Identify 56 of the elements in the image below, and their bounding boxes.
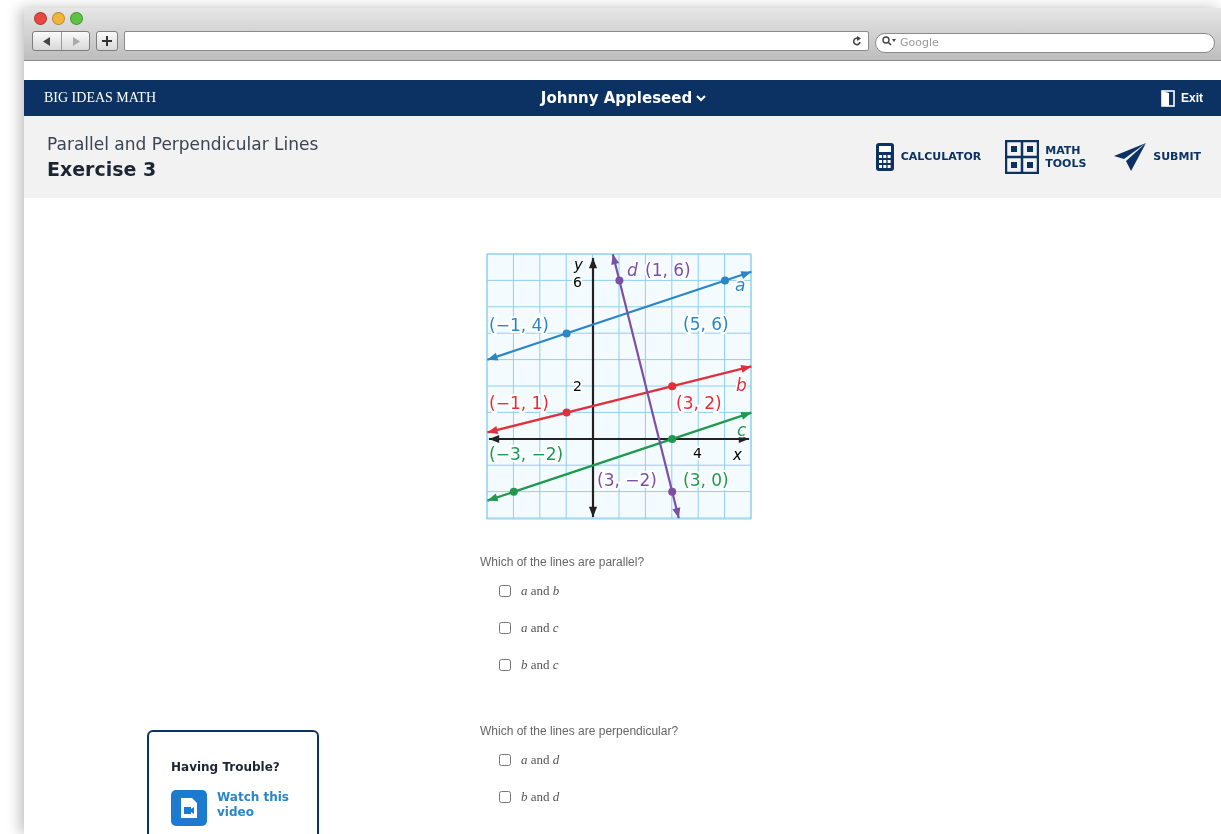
chevron-down-icon	[696, 94, 707, 102]
address-field[interactable]	[124, 31, 869, 51]
plus-icon	[102, 36, 112, 46]
option-label: a and d	[521, 752, 560, 768]
video-icon	[171, 790, 207, 826]
axis-label: y	[574, 256, 583, 274]
line-name: b	[736, 375, 747, 395]
tick-label: 4	[693, 445, 702, 461]
answer-checkbox[interactable]	[499, 659, 511, 671]
point-label: (−1, 4)	[489, 315, 549, 335]
door-icon	[1161, 89, 1175, 107]
option-label: b and d	[521, 789, 560, 805]
video-link[interactable]: Watch this video	[217, 790, 301, 820]
line-name: c	[737, 420, 747, 440]
calculator-icon	[874, 142, 895, 172]
answer-checkbox[interactable]	[499, 622, 511, 634]
answer-checkbox[interactable]	[499, 585, 511, 597]
option-label: b and c	[521, 657, 559, 673]
point-label: (5, 6)	[683, 314, 729, 334]
reload-icon[interactable]	[852, 35, 862, 47]
answer-checkbox[interactable]	[499, 791, 511, 803]
axis-label: x	[733, 446, 742, 464]
new-tab-button[interactable]	[96, 31, 118, 51]
tick-label: 2	[573, 378, 582, 394]
forward-arrow-icon	[71, 36, 80, 46]
line-name: a	[735, 275, 746, 295]
minimize-button[interactable]	[52, 12, 65, 25]
exit-button[interactable]: Exit	[1161, 89, 1203, 107]
question-text: Which of the lines are perpendicular?	[480, 724, 680, 738]
point-label: (3, −2)	[597, 470, 657, 490]
back-arrow-icon	[43, 36, 51, 46]
brand-name: BIG IDEAS MATH	[44, 90, 157, 106]
point-label: (1, 6)	[645, 260, 691, 280]
point-label: (−1, 1)	[489, 393, 549, 413]
tool-button[interactable]: CALCULATOR	[874, 142, 982, 172]
grid-tools-icon	[1005, 140, 1040, 174]
point-label: (3, 0)	[683, 470, 729, 490]
search-icon	[882, 36, 896, 46]
question-text: Which of the lines are parallel?	[480, 555, 646, 569]
option-label: a and b	[521, 583, 560, 599]
paper-plane-icon	[1113, 142, 1148, 172]
lesson-title: Parallel and Perpendicular Lines	[47, 134, 319, 154]
help-title: Having Trouble?	[171, 760, 281, 774]
line-name: d	[627, 260, 638, 280]
tick-label: 6	[573, 274, 582, 290]
option-label: a and c	[521, 620, 559, 636]
submit-button[interactable]: SUBMIT	[1113, 142, 1201, 172]
exercise-title: Exercise 3	[47, 158, 158, 180]
zoom-button[interactable]	[70, 12, 83, 25]
point-label: (−3, −2)	[489, 444, 564, 464]
user-menu[interactable]: Johnny Appleseed	[534, 88, 713, 108]
search-field[interactable]: Google	[875, 32, 1215, 53]
tool-button[interactable]: MATH TOOLS	[1005, 140, 1090, 174]
close-button[interactable]	[34, 12, 47, 25]
point-label: (3, 2)	[676, 393, 722, 413]
answer-checkbox[interactable]	[499, 754, 511, 766]
